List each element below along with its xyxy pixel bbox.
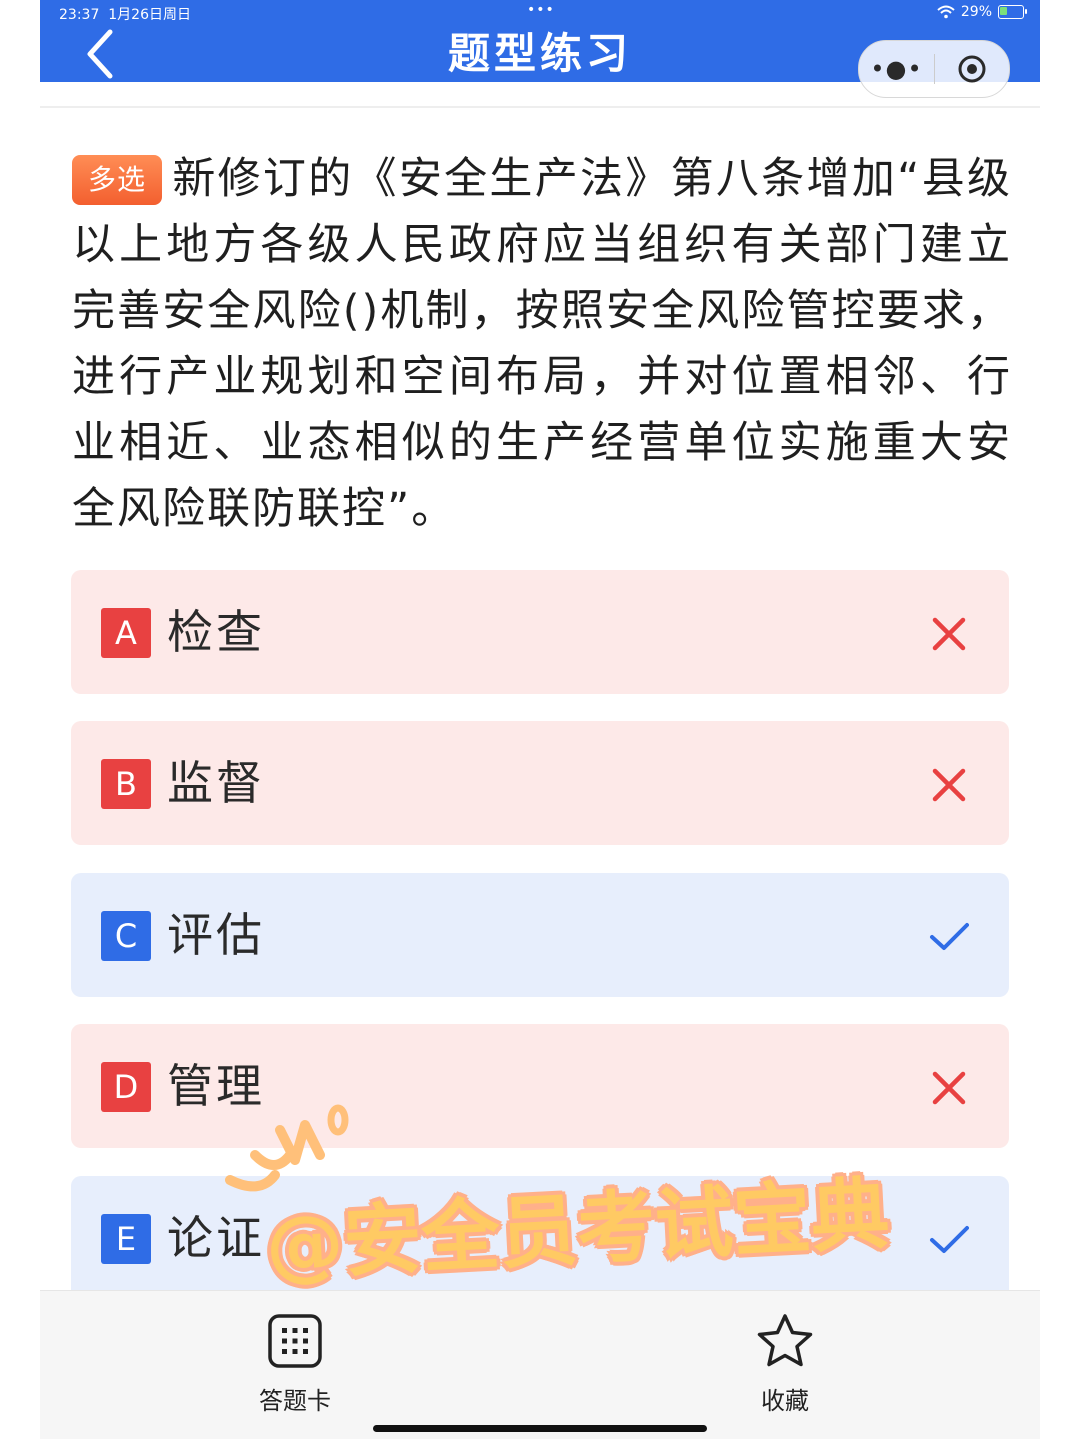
option-text: 论证	[167, 1211, 265, 1265]
answer-card-tab[interactable]: 答题卡	[225, 1313, 365, 1416]
check-icon	[930, 923, 969, 950]
cross-icon	[932, 1071, 966, 1105]
battery-percent: 29%	[960, 4, 992, 20]
mini-program-capsule: •●•	[858, 40, 1010, 98]
header-divider	[40, 106, 1040, 108]
option-c[interactable]: C 评估	[71, 873, 1009, 997]
status-date: 1月26日周日	[108, 7, 191, 23]
bottom-toolbar: 答题卡 收藏	[40, 1290, 1040, 1439]
star-icon	[757, 1314, 813, 1367]
option-text: 检查	[167, 605, 265, 659]
cross-icon	[932, 768, 966, 802]
check-icon	[930, 1226, 969, 1253]
status-right: 29%	[937, 4, 1027, 20]
status-time: 23:37 1月26日周日	[59, 4, 191, 24]
answer-card-label: 答题卡	[259, 1387, 331, 1415]
app-frame: 23:37 1月26日周日 ••• 29% 题型练习 •●• 多选 新修订的《安…	[40, 0, 1040, 1439]
option-letter: C	[101, 911, 151, 961]
option-text: 监督	[167, 756, 265, 810]
question-text: 新修订的《安全生产法》第八条增加“县级以上地方各级人民政府应当组织有关部门建立完…	[72, 154, 1012, 534]
home-indicator[interactable]	[373, 1425, 707, 1432]
option-letter: E	[101, 1214, 151, 1264]
option-letter: A	[101, 608, 151, 658]
status-clock: 23:37	[59, 7, 100, 23]
option-letter: B	[101, 759, 151, 809]
favorite-tab[interactable]: 收藏	[715, 1313, 855, 1416]
more-menu-icon[interactable]: •●•	[859, 55, 934, 83]
question-type-badge: 多选	[72, 155, 163, 205]
wifi-icon	[937, 5, 955, 19]
battery-icon	[998, 5, 1027, 19]
target-icon	[958, 55, 986, 83]
option-a[interactable]: A 检查	[71, 570, 1009, 694]
close-target-button[interactable]	[935, 53, 1009, 85]
cross-icon	[932, 617, 966, 651]
option-letter: D	[101, 1062, 151, 1112]
option-b[interactable]: B 监督	[71, 721, 1009, 845]
grid-icon	[268, 1314, 322, 1368]
question-block: 多选 新修订的《安全生产法》第八条增加“县级以上地方各级人民政府应当组织有关部门建…	[72, 146, 1012, 542]
option-text: 评估	[167, 908, 265, 962]
multitask-dots-icon[interactable]: •••	[527, 2, 555, 18]
favorite-label: 收藏	[761, 1387, 809, 1415]
